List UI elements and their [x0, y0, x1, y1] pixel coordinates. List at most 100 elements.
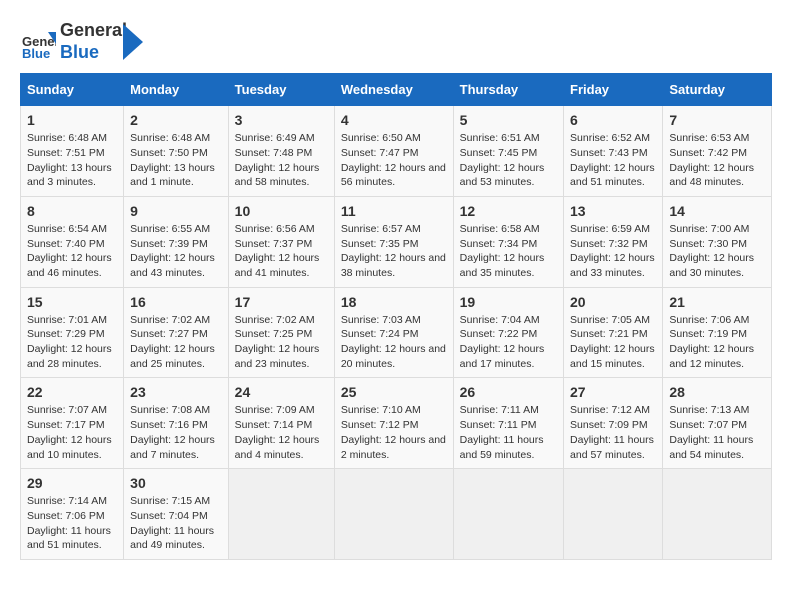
- day-info: Sunrise: 7:02 AMSunset: 7:27 PMDaylight:…: [130, 313, 222, 372]
- calendar-day-18: 18 Sunrise: 7:03 AMSunset: 7:24 PMDaylig…: [334, 287, 453, 378]
- header-friday: Friday: [564, 74, 663, 106]
- day-number: 11: [341, 203, 447, 219]
- day-info: Sunrise: 7:04 AMSunset: 7:22 PMDaylight:…: [460, 313, 557, 372]
- calendar-day-16: 16 Sunrise: 7:02 AMSunset: 7:27 PMDaylig…: [124, 287, 229, 378]
- day-number: 6: [570, 112, 656, 128]
- calendar-day-6: 6 Sunrise: 6:52 AMSunset: 7:43 PMDayligh…: [564, 106, 663, 197]
- day-number: 12: [460, 203, 557, 219]
- day-info: Sunrise: 7:00 AMSunset: 7:30 PMDaylight:…: [669, 222, 765, 281]
- calendar-week-row: 15 Sunrise: 7:01 AMSunset: 7:29 PMDaylig…: [21, 287, 772, 378]
- day-number: 23: [130, 384, 222, 400]
- header-monday: Monday: [124, 74, 229, 106]
- day-info: Sunrise: 6:59 AMSunset: 7:32 PMDaylight:…: [570, 222, 656, 281]
- day-number: 29: [27, 475, 117, 491]
- day-number: 24: [235, 384, 328, 400]
- day-info: Sunrise: 6:57 AMSunset: 7:35 PMDaylight:…: [341, 222, 447, 281]
- calendar-week-row: 1 Sunrise: 6:48 AMSunset: 7:51 PMDayligh…: [21, 106, 772, 197]
- day-info: Sunrise: 6:54 AMSunset: 7:40 PMDaylight:…: [27, 222, 117, 281]
- day-number: 28: [669, 384, 765, 400]
- day-info: Sunrise: 7:07 AMSunset: 7:17 PMDaylight:…: [27, 403, 117, 462]
- logo-general: General: [60, 20, 127, 40]
- day-info: Sunrise: 7:08 AMSunset: 7:16 PMDaylight:…: [130, 403, 222, 462]
- day-info: Sunrise: 7:11 AMSunset: 7:11 PMDaylight:…: [460, 403, 557, 462]
- day-info: Sunrise: 6:50 AMSunset: 7:47 PMDaylight:…: [341, 131, 447, 190]
- empty-cell: [453, 469, 563, 560]
- calendar-day-12: 12 Sunrise: 6:58 AMSunset: 7:34 PMDaylig…: [453, 196, 563, 287]
- page-header: General Blue General Blue: [20, 20, 772, 63]
- day-number: 19: [460, 294, 557, 310]
- calendar-day-17: 17 Sunrise: 7:02 AMSunset: 7:25 PMDaylig…: [228, 287, 334, 378]
- day-info: Sunrise: 6:51 AMSunset: 7:45 PMDaylight:…: [460, 131, 557, 190]
- calendar-day-4: 4 Sunrise: 6:50 AMSunset: 7:47 PMDayligh…: [334, 106, 453, 197]
- calendar-day-2: 2 Sunrise: 6:48 AMSunset: 7:50 PMDayligh…: [124, 106, 229, 197]
- logo-chevron-icon: [123, 24, 143, 60]
- calendar-day-30: 30 Sunrise: 7:15 AMSunset: 7:04 PMDaylig…: [124, 469, 229, 560]
- day-number: 13: [570, 203, 656, 219]
- day-info: Sunrise: 7:15 AMSunset: 7:04 PMDaylight:…: [130, 494, 222, 553]
- day-info: Sunrise: 7:13 AMSunset: 7:07 PMDaylight:…: [669, 403, 765, 462]
- day-number: 9: [130, 203, 222, 219]
- calendar-week-row: 22 Sunrise: 7:07 AMSunset: 7:17 PMDaylig…: [21, 378, 772, 469]
- day-number: 25: [341, 384, 447, 400]
- calendar-day-27: 27 Sunrise: 7:12 AMSunset: 7:09 PMDaylig…: [564, 378, 663, 469]
- day-number: 22: [27, 384, 117, 400]
- day-info: Sunrise: 7:14 AMSunset: 7:06 PMDaylight:…: [27, 494, 117, 553]
- day-number: 2: [130, 112, 222, 128]
- day-info: Sunrise: 7:05 AMSunset: 7:21 PMDaylight:…: [570, 313, 656, 372]
- header-thursday: Thursday: [453, 74, 563, 106]
- calendar-day-13: 13 Sunrise: 6:59 AMSunset: 7:32 PMDaylig…: [564, 196, 663, 287]
- day-number: 8: [27, 203, 117, 219]
- calendar-day-1: 1 Sunrise: 6:48 AMSunset: 7:51 PMDayligh…: [21, 106, 124, 197]
- calendar-day-21: 21 Sunrise: 7:06 AMSunset: 7:19 PMDaylig…: [663, 287, 772, 378]
- calendar-day-29: 29 Sunrise: 7:14 AMSunset: 7:06 PMDaylig…: [21, 469, 124, 560]
- day-info: Sunrise: 6:48 AMSunset: 7:51 PMDaylight:…: [27, 131, 117, 190]
- calendar-day-5: 5 Sunrise: 6:51 AMSunset: 7:45 PMDayligh…: [453, 106, 563, 197]
- day-info: Sunrise: 7:09 AMSunset: 7:14 PMDaylight:…: [235, 403, 328, 462]
- logo-blue: Blue: [60, 42, 99, 62]
- calendar-day-7: 7 Sunrise: 6:53 AMSunset: 7:42 PMDayligh…: [663, 106, 772, 197]
- day-number: 7: [669, 112, 765, 128]
- header-wednesday: Wednesday: [334, 74, 453, 106]
- calendar-day-25: 25 Sunrise: 7:10 AMSunset: 7:12 PMDaylig…: [334, 378, 453, 469]
- day-info: Sunrise: 6:48 AMSunset: 7:50 PMDaylight:…: [130, 131, 222, 190]
- calendar-day-15: 15 Sunrise: 7:01 AMSunset: 7:29 PMDaylig…: [21, 287, 124, 378]
- calendar-day-26: 26 Sunrise: 7:11 AMSunset: 7:11 PMDaylig…: [453, 378, 563, 469]
- day-number: 1: [27, 112, 117, 128]
- empty-cell: [228, 469, 334, 560]
- calendar-day-11: 11 Sunrise: 6:57 AMSunset: 7:35 PMDaylig…: [334, 196, 453, 287]
- svg-text:Blue: Blue: [22, 46, 50, 60]
- header-saturday: Saturday: [663, 74, 772, 106]
- day-number: 14: [669, 203, 765, 219]
- calendar-table: SundayMondayTuesdayWednesdayThursdayFrid…: [20, 73, 772, 560]
- day-info: Sunrise: 6:52 AMSunset: 7:43 PMDaylight:…: [570, 131, 656, 190]
- calendar-header-row: SundayMondayTuesdayWednesdayThursdayFrid…: [21, 74, 772, 106]
- day-info: Sunrise: 6:53 AMSunset: 7:42 PMDaylight:…: [669, 131, 765, 190]
- day-number: 3: [235, 112, 328, 128]
- day-info: Sunrise: 6:55 AMSunset: 7:39 PMDaylight:…: [130, 222, 222, 281]
- empty-cell: [334, 469, 453, 560]
- day-number: 18: [341, 294, 447, 310]
- day-number: 27: [570, 384, 656, 400]
- day-info: Sunrise: 6:58 AMSunset: 7:34 PMDaylight:…: [460, 222, 557, 281]
- day-number: 30: [130, 475, 222, 491]
- day-info: Sunrise: 7:06 AMSunset: 7:19 PMDaylight:…: [669, 313, 765, 372]
- day-number: 16: [130, 294, 222, 310]
- calendar-day-28: 28 Sunrise: 7:13 AMSunset: 7:07 PMDaylig…: [663, 378, 772, 469]
- calendar-week-row: 8 Sunrise: 6:54 AMSunset: 7:40 PMDayligh…: [21, 196, 772, 287]
- day-info: Sunrise: 7:02 AMSunset: 7:25 PMDaylight:…: [235, 313, 328, 372]
- day-info: Sunrise: 6:49 AMSunset: 7:48 PMDaylight:…: [235, 131, 328, 190]
- logo-icon: General Blue: [20, 24, 56, 60]
- calendar-day-23: 23 Sunrise: 7:08 AMSunset: 7:16 PMDaylig…: [124, 378, 229, 469]
- day-number: 15: [27, 294, 117, 310]
- calendar-day-24: 24 Sunrise: 7:09 AMSunset: 7:14 PMDaylig…: [228, 378, 334, 469]
- day-info: Sunrise: 7:03 AMSunset: 7:24 PMDaylight:…: [341, 313, 447, 372]
- calendar-day-3: 3 Sunrise: 6:49 AMSunset: 7:48 PMDayligh…: [228, 106, 334, 197]
- day-number: 4: [341, 112, 447, 128]
- header-sunday: Sunday: [21, 74, 124, 106]
- day-number: 26: [460, 384, 557, 400]
- day-info: Sunrise: 7:10 AMSunset: 7:12 PMDaylight:…: [341, 403, 447, 462]
- calendar-day-19: 19 Sunrise: 7:04 AMSunset: 7:22 PMDaylig…: [453, 287, 563, 378]
- calendar-week-row: 29 Sunrise: 7:14 AMSunset: 7:06 PMDaylig…: [21, 469, 772, 560]
- calendar-day-9: 9 Sunrise: 6:55 AMSunset: 7:39 PMDayligh…: [124, 196, 229, 287]
- day-number: 5: [460, 112, 557, 128]
